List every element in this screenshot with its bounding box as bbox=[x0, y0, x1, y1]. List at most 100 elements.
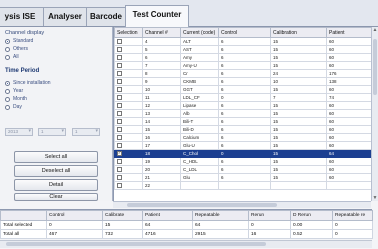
day-select[interactable]: 1 bbox=[72, 128, 100, 136]
radio-channel-others[interactable]: Others bbox=[5, 45, 28, 53]
channel-row[interactable]: 5 AST 6 15 60 bbox=[114, 45, 372, 54]
tab-barcode[interactable]: Barcode bbox=[86, 7, 126, 26]
scroll-down-icon[interactable]: ▼ bbox=[372, 195, 378, 201]
summary-header-row: Control Calibrate Patient Repeatable Rer… bbox=[0, 210, 373, 221]
channel-row[interactable]: 13 Alb 6 15 60 bbox=[114, 109, 372, 118]
code-cell: Cr bbox=[180, 69, 219, 78]
calibration-cell: 15 bbox=[270, 157, 327, 166]
calibration-cell: 15 bbox=[270, 53, 327, 62]
month-select[interactable]: 1 bbox=[38, 128, 66, 136]
selection-checkbox[interactable] bbox=[117, 142, 122, 148]
grid-header-row: Selection Channel # Current (code) Contr… bbox=[114, 27, 372, 38]
column-header-control[interactable]: Control bbox=[218, 27, 271, 38]
channel-row[interactable]: 21 Glu 6 15 60 bbox=[114, 173, 372, 182]
radio-time-day[interactable]: Day bbox=[5, 103, 22, 111]
scrollbar-thumb[interactable] bbox=[127, 203, 277, 207]
summary-header: Repeatable bbox=[192, 210, 249, 221]
channel-row[interactable]: 17 Glu-U 6 15 60 bbox=[114, 141, 372, 150]
radio-time-since-installation[interactable]: Since installation bbox=[5, 79, 51, 87]
selection-checkbox[interactable] bbox=[117, 134, 122, 140]
tab-analyser[interactable]: Analyser bbox=[43, 7, 87, 26]
channel-row[interactable]: 4 ALT 6 15 60 bbox=[114, 37, 372, 46]
patient-cell: 60 bbox=[326, 61, 372, 70]
calibration-cell: 15 bbox=[270, 173, 327, 182]
selection-checkbox[interactable] bbox=[117, 86, 122, 92]
deselect-all-button[interactable]: Deselect all bbox=[14, 165, 98, 177]
channel-row[interactable]: 18C_Chol01564 bbox=[114, 149, 372, 158]
channel-row[interactable]: 11 LDL_CF 0 7 74 bbox=[114, 93, 372, 102]
selection-checkbox[interactable] bbox=[117, 182, 122, 188]
selection-cell bbox=[114, 173, 143, 182]
tab-ise[interactable]: ysis ISE bbox=[0, 7, 44, 26]
channel-row[interactable]: 15 Bili-D 6 15 60 bbox=[114, 125, 372, 134]
selection-checkbox[interactable] bbox=[117, 94, 122, 100]
column-header-calibration[interactable]: Calibration bbox=[270, 27, 327, 38]
channel-row[interactable]: 20 C_LDL 6 15 60 bbox=[114, 165, 372, 174]
scrollbar-thumb[interactable] bbox=[6, 242, 266, 246]
radio-channel-all[interactable]: All bbox=[5, 53, 19, 61]
selection-checkbox[interactable] bbox=[117, 70, 122, 76]
radio-button[interactable] bbox=[5, 96, 10, 102]
select-all-button[interactable]: Select all bbox=[14, 151, 98, 163]
selection-checkbox[interactable] bbox=[117, 158, 122, 164]
code-cell: Glu-U bbox=[180, 141, 219, 150]
selection-checkbox[interactable] bbox=[117, 118, 122, 124]
selection-checkbox[interactable] bbox=[117, 46, 122, 52]
channel-row[interactable]: 22 bbox=[114, 181, 372, 190]
channel-row[interactable]: 19 C_HDL 6 15 60 bbox=[114, 157, 372, 166]
radio-button[interactable] bbox=[5, 88, 10, 94]
channel-cell: 12 bbox=[142, 101, 181, 110]
radio-button[interactable] bbox=[5, 46, 10, 52]
clear-button[interactable]: Clear bbox=[14, 193, 98, 201]
radio-button[interactable] bbox=[5, 104, 10, 110]
selection-checkbox[interactable] bbox=[117, 174, 122, 180]
column-header-patient[interactable]: Patient bbox=[326, 27, 372, 38]
channel-row[interactable]: 6 Amy 6 15 60 bbox=[114, 53, 372, 62]
control-cell: 0 bbox=[218, 93, 271, 102]
control-cell: 0 bbox=[218, 149, 271, 158]
calibration-cell: 15 bbox=[270, 141, 327, 150]
selection-checkbox[interactable] bbox=[117, 166, 122, 172]
summary-cell: 732 bbox=[102, 229, 143, 239]
tab-test-counter[interactable]: Test Counter bbox=[125, 5, 189, 27]
selection-checkbox[interactable] bbox=[117, 78, 122, 84]
selection-checkbox[interactable] bbox=[117, 126, 122, 132]
selection-checkbox[interactable] bbox=[117, 38, 122, 44]
summary-cell: 467 bbox=[46, 229, 103, 239]
summary-horizontal-scrollbar[interactable] bbox=[0, 240, 372, 248]
selection-checkbox[interactable] bbox=[117, 110, 122, 116]
channel-row[interactable]: 16 Calcium 6 15 60 bbox=[114, 133, 372, 142]
year-select[interactable]: 2013 bbox=[5, 128, 33, 136]
radio-time-year[interactable]: Year bbox=[5, 87, 23, 95]
summary-cell: 64 bbox=[192, 220, 249, 230]
radio-button[interactable] bbox=[5, 80, 10, 86]
detail-button[interactable]: Detail bbox=[14, 179, 98, 191]
radio-time-month[interactable]: Month bbox=[5, 95, 27, 103]
selection-checkbox[interactable] bbox=[117, 62, 122, 68]
channel-cell: 7 bbox=[142, 61, 181, 70]
summary-cell: 0 bbox=[332, 220, 373, 230]
radio-button[interactable] bbox=[5, 38, 10, 44]
column-header-channel[interactable]: Channel # bbox=[142, 27, 181, 38]
radio-channel-standard[interactable]: Standard bbox=[5, 37, 33, 45]
scrollbar-thumb[interactable] bbox=[373, 39, 377, 95]
channel-row[interactable]: 12 Lipase 6 15 60 bbox=[114, 101, 372, 110]
column-header-selection[interactable]: Selection bbox=[114, 27, 143, 38]
radio-button[interactable] bbox=[5, 54, 10, 60]
grid-horizontal-scrollbar[interactable] bbox=[113, 201, 371, 208]
column-header-code[interactable]: Current (code) bbox=[180, 27, 219, 38]
channel-row[interactable]: 8 Cr 6 24 176 bbox=[114, 69, 372, 78]
selection-checkbox[interactable] bbox=[117, 102, 122, 108]
channel-row[interactable]: 10 GGT 6 15 60 bbox=[114, 85, 372, 94]
channel-row[interactable]: 14 Bili-T 6 15 60 bbox=[114, 117, 372, 126]
selection-checkbox[interactable] bbox=[117, 151, 122, 156]
channel-cell: 18 bbox=[142, 149, 181, 158]
scroll-up-icon[interactable]: ▲ bbox=[372, 27, 378, 33]
selection-checkbox[interactable] bbox=[117, 54, 122, 60]
summary-header: D Rerun bbox=[290, 210, 333, 221]
grid-vertical-scrollbar[interactable]: ▲ ▼ bbox=[371, 27, 378, 201]
channel-row[interactable]: 7 Amy-U 6 15 60 bbox=[114, 61, 372, 70]
selection-cell bbox=[114, 69, 143, 78]
channel-row[interactable]: 9 CKMB 6 10 138 bbox=[114, 77, 372, 86]
code-cell: Alb bbox=[180, 109, 219, 118]
